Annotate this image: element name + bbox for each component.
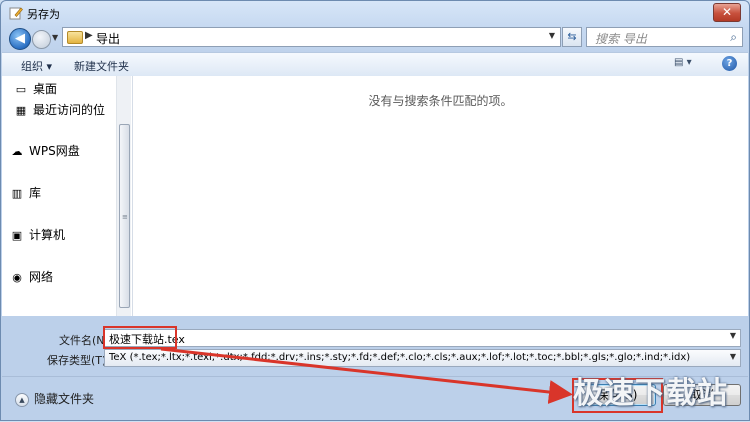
sidebar-item-wps-cloud[interactable]: ☁ WPS网盘 bbox=[10, 142, 80, 159]
footer-divider bbox=[2, 376, 748, 377]
sidebar-item-computer[interactable]: ▣ 计算机 bbox=[10, 226, 65, 243]
filename-highlight-box bbox=[103, 326, 177, 349]
savetype-select[interactable]: TeX (*.tex;*.ltx;*.texi;*.dtx;*.fdd;*.dr… bbox=[104, 349, 741, 367]
new-folder-button[interactable]: 新建文件夹 bbox=[74, 58, 129, 74]
command-toolbar: 组织 ▾ 新建文件夹 ▤ ▾ ? bbox=[2, 52, 748, 77]
navigation-scrollbar[interactable]: ≡ bbox=[116, 76, 131, 316]
grip-icon: ≡ bbox=[122, 213, 128, 221]
breadcrumb-folder[interactable]: 导出 bbox=[96, 30, 120, 47]
organize-button[interactable]: 组织 ▾ bbox=[21, 58, 52, 74]
scrollbar-thumb[interactable]: ≡ bbox=[119, 124, 130, 308]
cancel-button[interactable]: 取消 bbox=[663, 384, 741, 406]
computer-icon: ▣ bbox=[11, 229, 23, 242]
sidebar-item-label: WPS网盘 bbox=[29, 144, 80, 158]
address-bar[interactable]: ▶ 导出 ▼ bbox=[62, 27, 561, 47]
savetype-dropdown-icon[interactable]: ▼ bbox=[730, 352, 736, 361]
sidebar-item-library[interactable]: ▥ 库 bbox=[10, 184, 41, 201]
hide-folders-label: 隐藏文件夹 bbox=[34, 392, 95, 406]
save-as-dialog: 另存为 ✕ ◀ ▼ ▶ 导出 ▼ ⇆ 搜索 导出 ⌕ 组织 ▾ 新建文件夹 ▤ … bbox=[0, 0, 750, 421]
breadcrumb-separator-icon[interactable]: ▶ bbox=[85, 30, 93, 41]
sidebar-item-desktop[interactable]: ▭ 桌面 bbox=[14, 80, 57, 97]
network-icon: ◉ bbox=[12, 271, 22, 284]
desktop-icon: ▭ bbox=[15, 83, 27, 96]
file-list-pane[interactable]: 没有与搜索条件匹配的项。 bbox=[133, 76, 748, 316]
help-button[interactable]: ? bbox=[722, 56, 737, 71]
address-dropdown-icon[interactable]: ▼ bbox=[549, 31, 555, 40]
back-arrow-icon: ◀ bbox=[15, 31, 25, 46]
window-title: 另存为 bbox=[27, 8, 60, 21]
search-input[interactable]: 搜索 导出 bbox=[595, 30, 647, 47]
forward-button[interactable] bbox=[32, 30, 51, 49]
search-box[interactable]: 搜索 导出 ⌕ bbox=[586, 27, 743, 47]
sidebar-item-network[interactable]: ◉ 网络 bbox=[10, 268, 53, 285]
folder-icon bbox=[67, 31, 83, 44]
filename-dropdown-icon[interactable]: ▼ bbox=[730, 331, 736, 340]
sidebar-item-recent-places[interactable]: ▦ 最近访问的位 bbox=[14, 101, 105, 118]
savetype-value[interactable]: TeX (*.tex;*.ltx;*.texi;*.dtx;*.fdd;*.dr… bbox=[109, 352, 690, 363]
help-icon: ? bbox=[726, 58, 733, 69]
recent-pages-dropdown[interactable]: ▼ bbox=[52, 33, 58, 42]
view-list-icon: ▤ ▾ bbox=[674, 57, 692, 68]
savetype-label: 保存类型(T): bbox=[47, 354, 111, 367]
view-options-button[interactable]: ▤ ▾ bbox=[674, 57, 696, 71]
app-pencil-icon bbox=[9, 7, 23, 20]
cloud-icon: ☁ bbox=[11, 145, 23, 158]
title-bar[interactable]: 另存为 ✕ bbox=[1, 1, 749, 25]
sidebar-item-label: 计算机 bbox=[29, 228, 66, 242]
recent-places-icon: ▦ bbox=[15, 104, 27, 117]
filename-field[interactable]: 极速下载站.tex ▼ bbox=[104, 329, 741, 347]
refresh-button[interactable]: ⇆ bbox=[562, 27, 582, 47]
back-button[interactable]: ◀ bbox=[9, 28, 31, 50]
navigation-pane: ▭ 桌面 ▦ 最近访问的位 ☁ WPS网盘 ▥ 库 ▣ 计算机 ◉ 网络 bbox=[2, 76, 132, 316]
hide-folders-toggle[interactable]: ▲ 隐藏文件夹 bbox=[15, 390, 94, 407]
sidebar-item-label: 桌面 bbox=[33, 82, 58, 96]
library-icon: ▥ bbox=[11, 187, 23, 200]
sidebar-item-label: 最近访问的位 bbox=[33, 103, 106, 117]
chevron-up-icon: ▲ bbox=[15, 392, 29, 407]
close-icon: ✕ bbox=[721, 5, 733, 19]
search-icon[interactable]: ⌕ bbox=[730, 30, 737, 45]
close-button[interactable]: ✕ bbox=[713, 3, 741, 22]
save-highlight-box bbox=[572, 378, 663, 413]
sidebar-item-label: 库 bbox=[29, 186, 42, 200]
sidebar-item-label: 网络 bbox=[29, 270, 54, 284]
refresh-icon: ⇆ bbox=[567, 30, 577, 43]
empty-results-message: 没有与搜索条件匹配的项。 bbox=[368, 94, 513, 108]
